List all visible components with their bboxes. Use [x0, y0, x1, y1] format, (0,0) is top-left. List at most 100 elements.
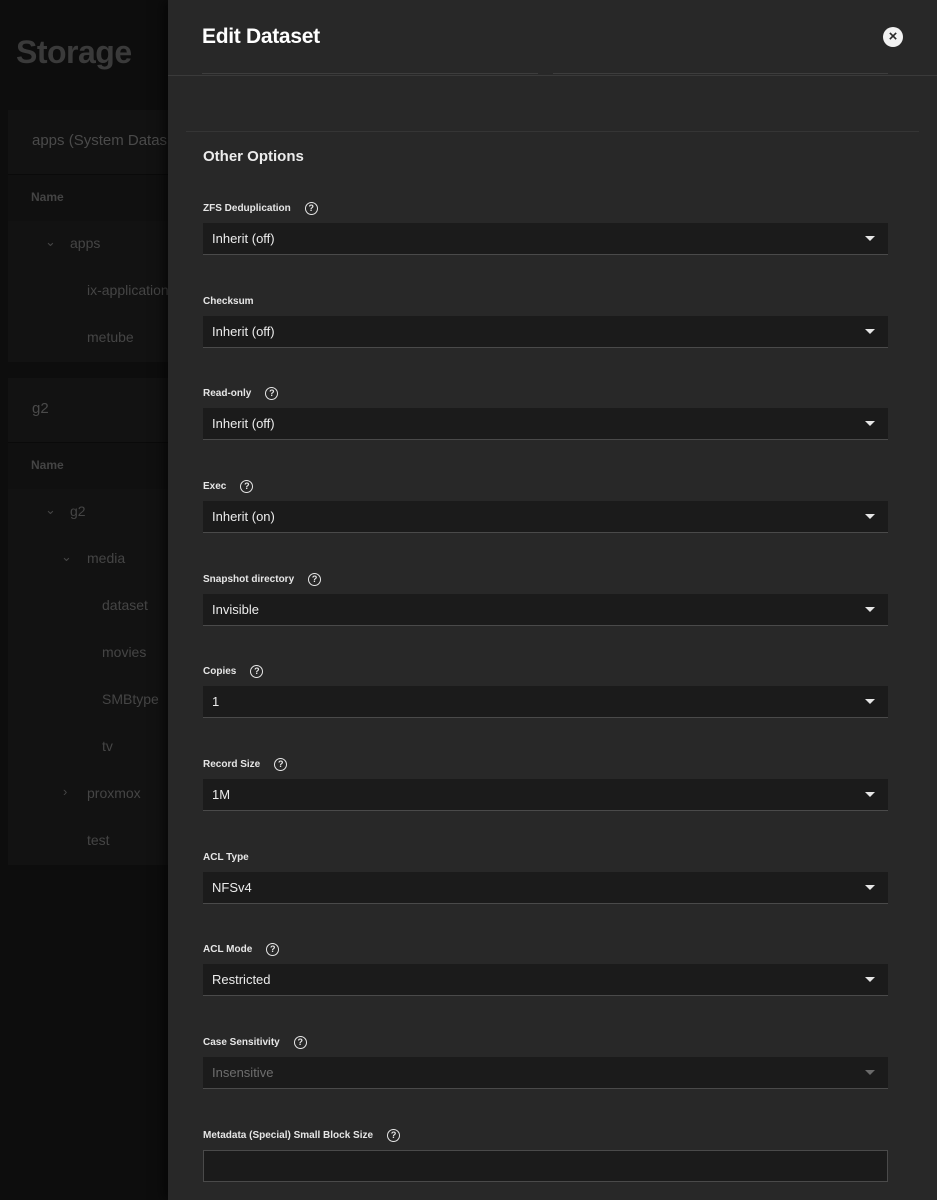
column-name-label: Name [31, 190, 64, 204]
column-header: Name [8, 443, 178, 489]
edit-dataset-panel: Edit Dataset × Other Options ZFS Dedupli… [168, 0, 937, 1200]
field-label-row: Read-only? [203, 384, 888, 402]
field-label-row: ZFS Deduplication? [203, 199, 888, 217]
dropdown-arrow-icon [865, 421, 875, 426]
pool-card-apps: apps (System Datas Name ⌄ apps ix-applic… [8, 110, 178, 362]
snapshot-directory-select[interactable]: Invisible [203, 594, 888, 626]
acl-type-select[interactable]: NFSv4 [203, 872, 888, 904]
chevron-down-icon[interactable]: ⌄ [45, 234, 56, 250]
pool-name: apps (System Datas [32, 132, 168, 149]
select-value: Inherit (off) [212, 324, 275, 339]
copies-select[interactable]: 1 [203, 686, 888, 718]
dropdown-arrow-icon [865, 607, 875, 612]
select-value: Invisible [212, 602, 259, 617]
pool-header[interactable]: g2 [8, 378, 178, 443]
select-value: 1 [212, 694, 220, 709]
checksum-field: Checksum Inherit (off) [203, 292, 888, 348]
tree-row-label: SMBtype [102, 691, 159, 707]
dropdown-arrow-icon [865, 792, 875, 797]
field-label: ACL Mode [203, 943, 253, 955]
read-only-select[interactable]: Inherit (off) [203, 408, 888, 440]
field-label: Snapshot directory [203, 573, 295, 585]
help-icon[interactable]: ? [308, 572, 322, 586]
zfs-deduplication-select[interactable]: Inherit (off) [203, 223, 888, 255]
field-label: ACL Type [203, 851, 249, 863]
select-value: Inherit (off) [212, 416, 275, 431]
tree-row[interactable]: tv [8, 724, 178, 771]
select-value: 1M [212, 787, 231, 802]
tree-row[interactable]: test [8, 818, 178, 865]
field-label: ZFS Deduplication [203, 202, 291, 214]
tree-row[interactable]: › proxmox [8, 771, 178, 818]
tree-row[interactable]: SMBtype [8, 677, 178, 724]
field-label: Exec [203, 480, 227, 492]
tree-row[interactable]: ⌄ g2 [8, 489, 178, 536]
section-divider [186, 131, 919, 132]
help-icon[interactable]: ? [265, 386, 279, 400]
tree-row[interactable]: metube [8, 315, 178, 362]
help-icon[interactable]: ? [240, 479, 254, 493]
exec-field: Exec? Inherit (on) [203, 477, 888, 533]
field-label: Record Size [203, 758, 261, 770]
case-sensitivity-select: Insensitive [203, 1057, 888, 1089]
dropdown-arrow-icon [865, 885, 875, 890]
field-label: Case Sensitivity [203, 1036, 280, 1048]
help-icon[interactable]: ? [304, 201, 318, 215]
dropdown-arrow-icon [865, 699, 875, 704]
tree-row-label: tv [102, 738, 113, 754]
select-value: NFSv4 [212, 880, 252, 895]
field-label-row: Exec? [203, 477, 888, 495]
checksum-select[interactable]: Inherit (off) [203, 316, 888, 348]
tree-row-label: proxmox [87, 785, 141, 801]
field-label: Copies [203, 665, 237, 677]
help-icon[interactable]: ? [293, 1035, 307, 1049]
tree-row-label: g2 [70, 503, 86, 519]
tree-row-label: apps [70, 235, 101, 251]
dropdown-arrow-icon [865, 977, 875, 982]
help-icon[interactable]: ? [387, 1128, 401, 1142]
help-icon[interactable]: ? [250, 664, 264, 678]
close-icon[interactable]: × [883, 27, 903, 47]
pool-header[interactable]: apps (System Datas [8, 110, 178, 175]
chevron-down-icon[interactable]: ⌄ [45, 502, 56, 518]
case-sensitivity-field: Case Sensitivity? Insensitive [203, 1033, 888, 1089]
section-title-other-options: Other Options [203, 148, 304, 165]
tree-row[interactable]: ⌄ apps [8, 221, 178, 268]
dropdown-arrow-icon [865, 1070, 875, 1075]
field-label-row: Checksum [203, 292, 888, 310]
tree-row[interactable]: ix-application [8, 268, 178, 315]
help-icon[interactable]: ? [266, 942, 280, 956]
special-small-block-size-input[interactable] [203, 1150, 888, 1182]
tree-row-label: movies [102, 644, 147, 660]
tree-row-label: media [87, 550, 126, 566]
tree-row[interactable]: ⌄ media [8, 536, 178, 583]
field-label-row: Snapshot directory? [203, 570, 888, 588]
tree-row[interactable]: dataset [8, 583, 178, 630]
field-label-row: Copies? [203, 662, 888, 680]
field-label: Checksum [203, 295, 254, 307]
tree-row-label: ix-application [87, 282, 169, 298]
dropdown-arrow-icon [865, 236, 875, 241]
read-only-field: Read-only? Inherit (off) [203, 384, 888, 440]
zfs-deduplication-field: ZFS Deduplication? Inherit (off) [203, 199, 888, 255]
acl-mode-field: ACL Mode? Restricted [203, 940, 888, 996]
column-header: Name [8, 175, 178, 221]
record-size-select[interactable]: 1M [203, 779, 888, 811]
exec-select[interactable]: Inherit (on) [203, 501, 888, 533]
field-label: Metadata (Special) Small Block Size [203, 1129, 374, 1141]
acl-mode-select[interactable]: Restricted [203, 964, 888, 996]
copies-field: Copies? 1 [203, 662, 888, 718]
chevron-right-icon[interactable]: › [63, 784, 67, 799]
help-icon[interactable]: ? [274, 757, 288, 771]
tree-row[interactable]: movies [8, 630, 178, 677]
select-value: Restricted [212, 972, 271, 987]
field-label-row: Metadata (Special) Small Block Size? [203, 1126, 888, 1144]
field-label-row: Record Size? [203, 755, 888, 773]
chevron-down-icon[interactable]: ⌄ [61, 549, 72, 565]
panel-title: Edit Dataset [202, 25, 320, 48]
select-value: Inherit (on) [212, 509, 275, 524]
snapshot-directory-field: Snapshot directory? Invisible [203, 570, 888, 626]
dropdown-arrow-icon [865, 514, 875, 519]
page-title: Storage [16, 34, 132, 70]
field-label-row: ACL Type [203, 848, 888, 866]
